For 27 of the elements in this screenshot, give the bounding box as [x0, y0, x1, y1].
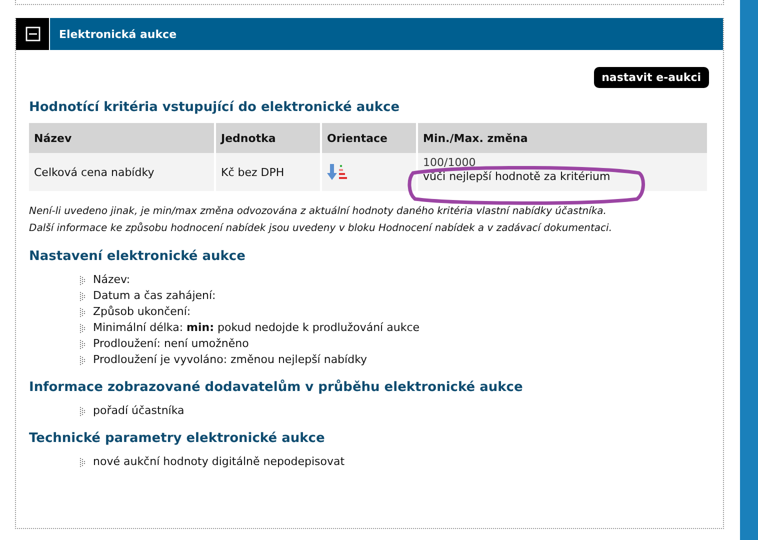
list-item-text: Způsob ukončení: — [93, 304, 191, 320]
section-heading: Nastavení elektronické aukce — [29, 249, 246, 264]
list-item-text: nové aukční hodnoty digitálně nepodepisovat — [93, 454, 345, 470]
list-item-text: Prodloužení: není umožněno — [93, 336, 249, 352]
note-text: Další informace ke způsobu hodnocení nabídek jsou uvedeny v bloku Hodnocení nabídek a v zadávací dokumentaci. — [29, 221, 614, 236]
change-basis: vůči nejlepší hodnotě za kritérium — [423, 170, 612, 184]
descending-order-icon — [327, 163, 349, 181]
section-heading: Hodnotící kritéria vstupující do elektronické aukce — [29, 100, 401, 115]
section-heading: Technické parametry elektronické aukce — [29, 431, 326, 446]
change-value: 100/1000 — [423, 156, 477, 170]
column-header: Min./Max. změna — [417, 123, 708, 153]
list-item-text: Minimální délka: min: pokud nedojde k prodlužování aukce — [93, 320, 420, 336]
column-header: Název — [29, 123, 215, 153]
collapse-button[interactable] — [16, 18, 49, 50]
set-auction-button[interactable]: nastavit e-aukci — [594, 67, 709, 88]
list-item-text: Datum a čas zahájení: — [93, 288, 216, 304]
list-item-text: Název: — [93, 272, 130, 288]
minus-icon — [24, 26, 40, 42]
column-header: Orientace — [321, 123, 417, 153]
list-item-text: pořadí účastníka — [93, 403, 184, 419]
table-cell: Celková cena nabídky — [29, 153, 215, 191]
section-heading: Informace zobrazované dodavatelům v průběhu elektronické aukce — [29, 380, 524, 395]
column-header: Jednotka — [215, 123, 321, 153]
list-item-text: Prodloužení je vyvoláno: změnou nejlepší nabídky — [93, 352, 368, 368]
panel-title: Elektronická aukce — [50, 18, 723, 50]
note-text: Není-li uvedeno jinak, je min/max změna odvozována z aktuální hodnoty daného kritéria vlastní nabídky účastníka. — [29, 205, 608, 219]
table-cell: Kč bez DPH — [215, 153, 321, 191]
